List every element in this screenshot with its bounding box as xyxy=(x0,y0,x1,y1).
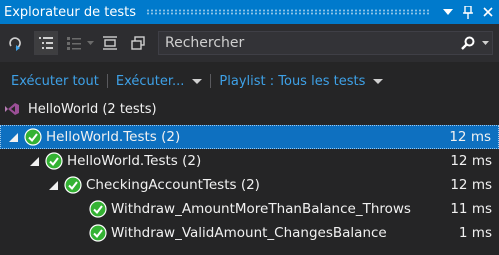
group-by-icon xyxy=(67,37,81,50)
title-bar: Explorateur de tests xyxy=(0,0,499,24)
playlist-dropdown[interactable]: Playlist : Tous les tests xyxy=(219,73,384,89)
tree-row-duration: 12 ms xyxy=(449,129,491,145)
window-menu-icon[interactable] xyxy=(439,3,457,21)
passed-check-icon xyxy=(45,152,63,170)
tree-row-label: CheckingAccountTests (2) xyxy=(86,177,260,193)
playlist-dropdown-icon xyxy=(373,78,384,84)
run-all-link[interactable]: Exécuter tout xyxy=(11,74,99,89)
run-label: Exécuter... xyxy=(115,73,185,89)
copy-icon xyxy=(131,36,145,50)
project-header[interactable]: HelloWorld (2 tests) xyxy=(0,98,499,120)
search-input[interactable] xyxy=(159,32,458,54)
group-by-hierarchy-button[interactable] xyxy=(34,31,58,55)
collapse-arrow-icon[interactable] xyxy=(8,132,18,142)
search-icon[interactable] xyxy=(458,32,478,54)
search-options-dropdown-icon[interactable] xyxy=(478,32,492,54)
expand-all-icon xyxy=(103,36,117,50)
tree-row-test-method[interactable]: Withdraw_ValidAmount_ChangesBalance 1 ms xyxy=(0,221,499,245)
visual-studio-project-icon xyxy=(4,102,20,116)
tree-row-duration: 1 ms xyxy=(458,225,492,241)
tree-row-label: Withdraw_ValidAmount_ChangesBalance xyxy=(111,225,387,241)
tree-row-test-class[interactable]: CheckingAccountTests (2) 12 ms xyxy=(0,173,499,197)
collapse-arrow-icon[interactable] xyxy=(29,156,39,166)
run-debug-button[interactable] xyxy=(4,31,28,55)
toolbar xyxy=(0,24,499,62)
run-dropdown-icon xyxy=(192,78,203,84)
tree-row-duration: 12 ms xyxy=(450,177,492,193)
separator xyxy=(210,74,212,88)
close-icon[interactable] xyxy=(479,3,497,21)
passed-check-icon xyxy=(64,176,82,194)
passed-check-icon xyxy=(89,200,107,218)
test-tree: HelloWorld.Tests (2) 12 ms HelloWorld.Te… xyxy=(0,125,499,245)
expand-all-button[interactable] xyxy=(98,31,122,55)
tree-row-tests-root[interactable]: HelloWorld.Tests (2) 12 ms xyxy=(0,125,499,149)
project-label: HelloWorld (2 tests) xyxy=(28,101,157,117)
run-debug-icon xyxy=(9,37,21,51)
window-title: Explorateur de tests xyxy=(4,4,136,20)
drag-grip[interactable] xyxy=(145,9,431,15)
hierarchy-list-icon xyxy=(39,37,53,49)
collapse-arrow-icon[interactable] xyxy=(48,180,58,190)
tree-row-label: HelloWorld.Tests (2) xyxy=(46,129,181,145)
tree-row-tests-namespace[interactable]: HelloWorld.Tests (2) 12 ms xyxy=(0,149,499,173)
group-by-dropdown-icon[interactable] xyxy=(86,31,94,55)
playlist-label: Playlist : Tous les tests xyxy=(219,73,366,89)
tree-row-duration: 11 ms xyxy=(450,201,492,217)
search-box xyxy=(158,31,493,55)
copy-button[interactable] xyxy=(126,31,150,55)
run-dropdown[interactable]: Exécuter... xyxy=(116,74,203,89)
tree-row-duration: 12 ms xyxy=(450,153,492,169)
pin-icon[interactable] xyxy=(459,3,477,21)
tree-row-label: Withdraw_AmountMoreThanBalance_Throws xyxy=(111,201,411,217)
passed-check-icon xyxy=(24,128,42,146)
tree-row-label: HelloWorld.Tests (2) xyxy=(67,153,202,169)
tree-row-test-method[interactable]: Withdraw_AmountMoreThanBalance_Throws 11… xyxy=(0,197,499,221)
passed-check-icon xyxy=(89,224,107,242)
action-bar: Exécuter tout Exécuter... Playlist : Tou… xyxy=(0,70,499,92)
group-by-button[interactable] xyxy=(62,31,86,55)
separator xyxy=(106,74,108,88)
